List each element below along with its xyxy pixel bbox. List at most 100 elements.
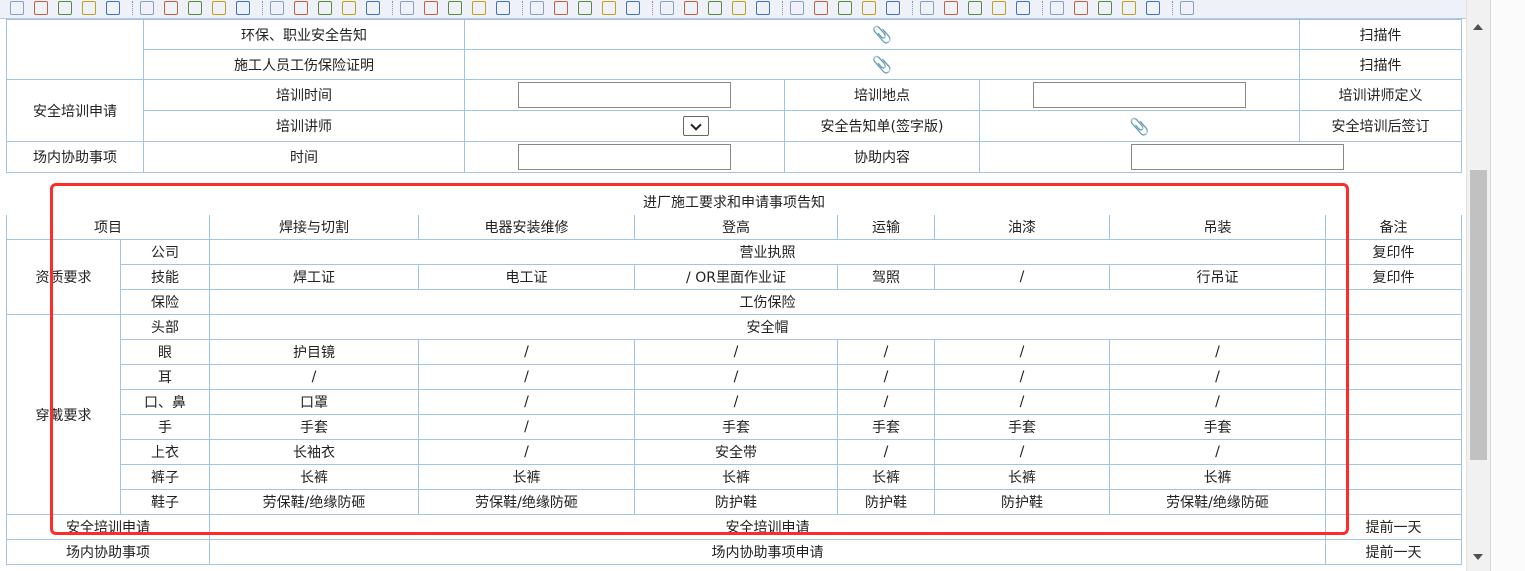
toolbar-button-icon[interactable]	[1050, 1, 1064, 15]
table-cell: /	[418, 389, 635, 415]
attachment-cell[interactable]: 📎	[463, 49, 1301, 80]
toolbar-button-icon[interactable]	[270, 1, 284, 15]
table-cell: 焊工证	[209, 264, 419, 290]
toolbar-separator	[782, 1, 785, 15]
toolbar-button-icon[interactable]	[684, 1, 698, 15]
assist-time-input[interactable]	[518, 144, 731, 170]
company-value: 营业执照	[209, 239, 1326, 265]
assist-apply-remark: 提前一天	[1324, 539, 1463, 565]
toolbar-button-icon[interactable]	[294, 1, 308, 15]
toolbar-button-icon[interactable]	[1146, 1, 1160, 15]
table-cell: / OR里面作业证	[634, 264, 838, 290]
toolbar-button-icon[interactable]	[1180, 1, 1194, 15]
toolbar-button-icon[interactable]	[58, 1, 72, 15]
toolbar-button-icon[interactable]	[968, 1, 982, 15]
toolbar-button-icon[interactable]	[164, 1, 178, 15]
toolbar-button-icon[interactable]	[554, 1, 568, 15]
toolbar-button-icon[interactable]	[318, 1, 332, 15]
wear-row-label: 眼	[120, 339, 210, 365]
training-place-input[interactable]	[1033, 82, 1246, 108]
table-cell: /	[1109, 389, 1326, 415]
toolbar-button-icon[interactable]	[400, 1, 414, 15]
toolbar-button-icon[interactable]	[10, 1, 24, 15]
assist-content-input[interactable]	[1131, 144, 1344, 170]
table-cell: 驾照	[837, 264, 935, 290]
toolbar-button-icon[interactable]	[626, 1, 640, 15]
table-cell: /	[209, 364, 419, 390]
toolbar-button-icon[interactable]	[366, 1, 380, 15]
company-remark: 复印件	[1324, 239, 1463, 265]
toolbar-button-icon[interactable]	[602, 1, 616, 15]
table-cell: /	[418, 439, 635, 465]
attachment-cell[interactable]: 📎	[978, 110, 1301, 142]
blank-section-cell	[6, 19, 144, 80]
toolbar-button-icon[interactable]	[732, 1, 746, 15]
toolbar-button-icon[interactable]	[1122, 1, 1136, 15]
toolbar-button-icon[interactable]	[1074, 1, 1088, 15]
vertical-scrollbar[interactable]	[1466, 0, 1490, 571]
toolbar-button-icon[interactable]	[886, 1, 900, 15]
table-cell: 防护鞋	[634, 489, 838, 515]
attachment-cell[interactable]: 📎	[463, 19, 1301, 50]
insurance-label: 保险	[120, 289, 210, 315]
toolbar-button-icon[interactable]	[106, 1, 120, 15]
toolbar-button-icon[interactable]	[944, 1, 958, 15]
assist-content-label: 协助内容	[784, 141, 980, 173]
table-cell: 长裤	[1109, 464, 1326, 490]
toolbar-button-icon[interactable]	[140, 1, 154, 15]
table-cell: 劳保鞋/绝缘防砸	[418, 489, 635, 515]
remark-cell	[1324, 489, 1463, 515]
scroll-up-arrow-icon[interactable]	[1473, 24, 1483, 30]
paperclip-icon[interactable]: 📎	[872, 55, 892, 74]
table-cell: 长裤	[209, 464, 419, 490]
toolbar-button-icon[interactable]	[756, 1, 770, 15]
table-cell: /	[934, 264, 1110, 290]
toolbar-button-icon[interactable]	[188, 1, 202, 15]
training-apply-remark: 提前一天	[1324, 514, 1463, 540]
toolbar-button-icon[interactable]	[814, 1, 828, 15]
toolbar-button-icon[interactable]	[342, 1, 356, 15]
training-time-cell	[464, 79, 785, 111]
toolbar-button-icon[interactable]	[34, 1, 48, 15]
training-apply-label: 安全培训申请	[6, 514, 210, 540]
toolbar-button-icon[interactable]	[424, 1, 438, 15]
table-cell: /	[934, 364, 1110, 390]
toolbar-button-icon[interactable]	[862, 1, 876, 15]
toolbar-button-icon[interactable]	[1016, 1, 1030, 15]
toolbar-button-icon[interactable]	[236, 1, 250, 15]
scrollbar-thumb[interactable]	[1470, 170, 1487, 460]
toolbar-separator	[132, 1, 135, 15]
toolbar-button-icon[interactable]	[920, 1, 934, 15]
toolbar-button-icon[interactable]	[496, 1, 510, 15]
paperclip-icon[interactable]: 📎	[1130, 117, 1150, 136]
header-remark: 备注	[1324, 214, 1463, 240]
notice-title: 进厂施工要求和申请事项告知	[643, 195, 826, 211]
toolbar-button-icon[interactable]	[212, 1, 226, 15]
paperclip-icon[interactable]: 📎	[872, 25, 892, 44]
toolbar-button-icon[interactable]	[472, 1, 486, 15]
table-cell: /	[634, 339, 838, 365]
trainer-select[interactable]	[682, 116, 709, 136]
scroll-down-arrow-icon[interactable]	[1473, 554, 1483, 560]
table-cell: 安全带	[634, 439, 838, 465]
toolbar-button-icon[interactable]	[578, 1, 592, 15]
table-cell: /	[418, 414, 635, 440]
toolbar-button-icon[interactable]	[660, 1, 674, 15]
table-cell: /	[1109, 364, 1326, 390]
toolbar-button-icon[interactable]	[708, 1, 722, 15]
training-time-input[interactable]	[518, 82, 731, 108]
table-cell: /	[934, 439, 1110, 465]
toolbar-button-icon[interactable]	[1098, 1, 1112, 15]
toolbar-button-icon[interactable]	[530, 1, 544, 15]
trainer-definition-link[interactable]: 培训讲师定义	[1299, 79, 1463, 111]
toolbar-button-icon[interactable]	[448, 1, 462, 15]
toolbar-button-icon[interactable]	[790, 1, 804, 15]
table-cell: 行吊证	[1109, 264, 1326, 290]
wear-label: 穿戴要求	[6, 314, 121, 515]
remark-cell	[1324, 364, 1463, 390]
table-cell: 长裤	[837, 464, 935, 490]
toolbar-button-icon[interactable]	[838, 1, 852, 15]
wear-row-label: 鞋子	[120, 489, 210, 515]
toolbar-button-icon[interactable]	[992, 1, 1006, 15]
toolbar-button-icon[interactable]	[82, 1, 96, 15]
